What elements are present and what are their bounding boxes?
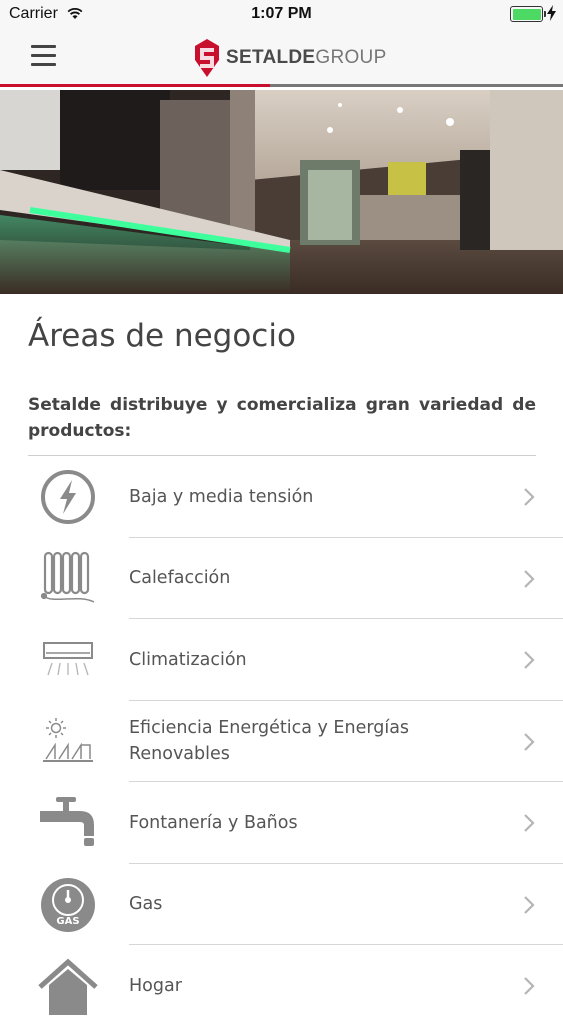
nav-bar: SETALDEGROUP [0,30,563,87]
chevron-right-icon [524,488,535,506]
logo-mark-icon [195,39,219,77]
air-conditioner-icon [43,642,93,676]
list-item-label: Gas [129,894,163,915]
intro-text: Setalde distribuye y comercializa gran v… [28,395,536,441]
gas-icon-text: GAS [56,916,79,927]
chevron-right-icon [524,569,535,588]
battery-level [512,8,541,20]
list-item-label: Fontanería y Baños [129,812,298,833]
chevron-right-icon [524,814,535,832]
setalde-logo: SETALDEGROUP [194,38,387,78]
business-areas-list: Baja y media tensión Calefacción Climati… [0,456,563,1027]
gas-meter-icon: GAS [41,877,95,932]
logo-text-light: GROUP [315,47,387,68]
hamburger-icon[interactable] [31,45,56,67]
list-item-gas[interactable]: GAS Gas [0,864,563,945]
status-bar: Carrier 1:07 PM [0,0,563,30]
lightning-icon [41,470,95,524]
list-item-eficiencia-energetica[interactable]: Eficiencia Energética y Energías Renovab… [0,701,563,782]
logo-text-bold: SETALDE [226,47,316,68]
solar-energy-icon [43,717,93,762]
showroom-photo [0,90,563,294]
chevron-right-icon [524,651,535,669]
list-item-label: Calefacción [129,568,231,589]
list-item-baja-media-tension[interactable]: Baja y media tensión [0,456,563,538]
status-time: 1:07 PM [251,5,312,22]
battery-icon [510,6,546,22]
list-item-fontaneria-banos[interactable]: Fontanería y Baños [0,782,563,864]
house-icon [38,958,98,1015]
chevron-right-icon [524,977,535,995]
radiator-icon [40,551,95,603]
list-item-label: Baja y media tensión [129,486,314,507]
list-item-hogar[interactable]: Hogar [0,945,563,1027]
chevron-right-icon [524,732,535,751]
hero-image [0,90,563,294]
page-title: Áreas de negocio [28,318,296,354]
charging-icon [547,5,556,21]
chevron-right-icon [524,895,535,914]
list-item-label: Eficiencia Energética y Energías Renovab… [129,718,410,765]
list-item-label: Hogar [129,975,182,996]
faucet-icon [40,797,94,846]
list-item-climatizacion[interactable]: Climatización [0,619,563,701]
list-item-label: Climatización [129,649,247,670]
list-item-calefaccion[interactable]: Calefacción [0,538,563,619]
